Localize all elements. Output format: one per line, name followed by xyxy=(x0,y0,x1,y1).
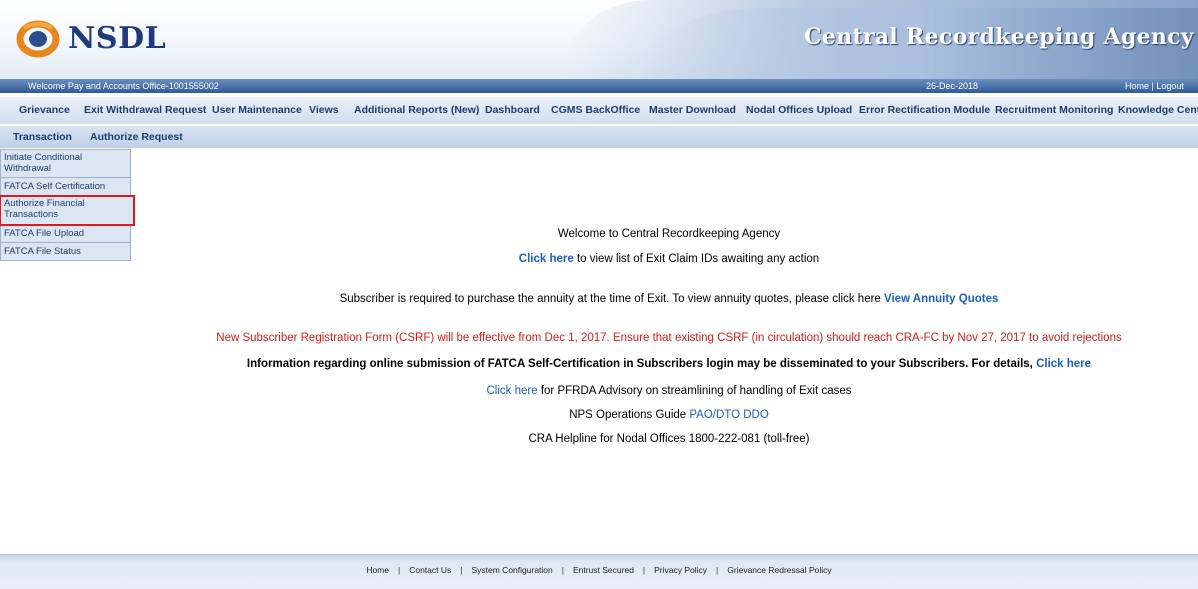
sub-menu: Transaction Authorize Request xyxy=(0,126,1198,148)
footer-separator: | xyxy=(398,565,401,575)
side-item-fatca-file-status[interactable]: FATCA File Status xyxy=(0,243,131,261)
pfrda-advisory-text: for PFRDA Advisory on streamlining of ha… xyxy=(537,385,852,397)
main-menu: Grievance Exit Withdrawal Request User M… xyxy=(0,97,1198,124)
footer-privacy-policy-link[interactable]: Privacy Policy xyxy=(654,565,707,575)
csrf-notice: New Subscriber Registration Form (CSRF) … xyxy=(216,332,1122,344)
menu-additional-reports[interactable]: Additional Reports (New) xyxy=(354,97,479,124)
footer-separator: | xyxy=(561,565,564,575)
pfrda-advisory-line: Click here for PFRDA Advisory on streaml… xyxy=(140,385,1198,397)
pfrda-advisory-link[interactable]: Click here xyxy=(487,385,538,397)
home-link[interactable]: Home xyxy=(1125,81,1149,91)
nsdl-logo[interactable]: NSDL xyxy=(16,18,166,58)
footer-separator: | xyxy=(716,565,719,575)
side-item-authorize-financial-transactions[interactable]: Authorize Financial Transactions xyxy=(0,195,135,226)
exit-claims-line: Click here to view list of Exit Claim ID… xyxy=(140,253,1198,265)
menu-recruitment-monitoring[interactable]: Recruitment Monitoring xyxy=(995,97,1113,124)
exit-claims-link[interactable]: Click here xyxy=(519,253,574,265)
side-item-initiate-conditional-withdrawal[interactable]: Initiate Conditional Withdrawal xyxy=(0,149,131,178)
view-annuity-quotes-link[interactable]: View Annuity Quotes xyxy=(884,293,998,305)
menu-knowledge-centre[interactable]: Knowledge Centre xyxy=(1118,97,1198,124)
page-title: Central Recordkeeping Agency xyxy=(804,24,1194,50)
footer-entrust-secured-link[interactable]: Entrust Secured xyxy=(573,565,634,575)
footer-separator: | xyxy=(642,565,646,575)
side-item-fatca-self-certification[interactable]: FATCA Self Certification xyxy=(0,178,131,196)
menu-error-rectification-module[interactable]: Error Rectification Module xyxy=(859,97,990,124)
menu-master-download[interactable]: Master Download xyxy=(649,97,736,124)
footer-separator: | xyxy=(460,565,463,575)
menu-dashboard[interactable]: Dashboard xyxy=(485,97,540,124)
fatca-details-link[interactable]: Click here xyxy=(1036,358,1091,370)
helpline-text: CRA Helpline for Nodal Offices 1800-222-… xyxy=(528,433,810,445)
menu-cgms-backoffice[interactable]: CGMS BackOffice xyxy=(551,97,640,124)
footer-contact-us-link[interactable]: Contact Us xyxy=(409,565,451,575)
tab-transaction[interactable]: Transaction xyxy=(13,126,72,148)
account-links: Home | Logout xyxy=(1125,79,1184,93)
nsdl-logo-icon xyxy=(16,20,60,58)
operations-guide-line: NPS Operations Guide PAO/DTO DDO xyxy=(140,409,1198,421)
menu-exit-withdrawal-request[interactable]: Exit Withdrawal Request xyxy=(84,97,206,124)
menu-views[interactable]: Views xyxy=(309,97,339,124)
menu-nodal-offices-upload[interactable]: Nodal Offices Upload xyxy=(746,97,852,124)
menu-grievance[interactable]: Grievance xyxy=(19,97,70,124)
logo-text: NSDL xyxy=(68,20,167,56)
welcome-text: Welcome Pay and Accounts Office-10015550… xyxy=(28,81,219,91)
logout-link[interactable]: Logout xyxy=(1156,81,1184,91)
annuity-text: Subscriber is required to purchase the a… xyxy=(339,293,885,305)
fatca-info-line: Information regarding online submission … xyxy=(140,358,1198,370)
header-banner: NSDL Central Recordkeeping Agency xyxy=(0,0,1198,79)
annuity-line: Subscriber is required to purchase the a… xyxy=(140,293,1198,305)
menu-user-maintenance[interactable]: User Maintenance xyxy=(212,97,302,124)
side-item-fatca-file-upload[interactable]: FATCA File Upload xyxy=(0,225,131,243)
welcome-bar: Welcome Pay and Accounts Office-10015550… xyxy=(0,79,1198,93)
current-date: 26-Dec-2018 xyxy=(926,81,979,91)
tab-authorize-request[interactable]: Authorize Request xyxy=(90,126,183,148)
operations-guide-text: NPS Operations Guide xyxy=(569,409,690,421)
pao-dto-ddo-link[interactable]: PAO/DTO DDO xyxy=(689,409,768,421)
welcome-heading: Welcome to Central Recordkeeping Agency xyxy=(557,228,781,240)
footer-home-link[interactable]: Home xyxy=(366,565,389,575)
exit-claims-text: to view list of Exit Claim IDs awaiting … xyxy=(573,253,820,265)
fatca-info-text: Information regarding online submission … xyxy=(246,358,1037,370)
footer: Home | Contact Us | System Configuration | Ent… xyxy=(0,554,1198,589)
side-menu: Initiate Conditional Withdrawal FATCA Se… xyxy=(0,149,135,261)
footer-grievance-redressal-policy-link[interactable]: Grievance Redressal Policy xyxy=(727,565,831,575)
footer-system-configuration-link[interactable]: System Configuration xyxy=(471,565,552,575)
